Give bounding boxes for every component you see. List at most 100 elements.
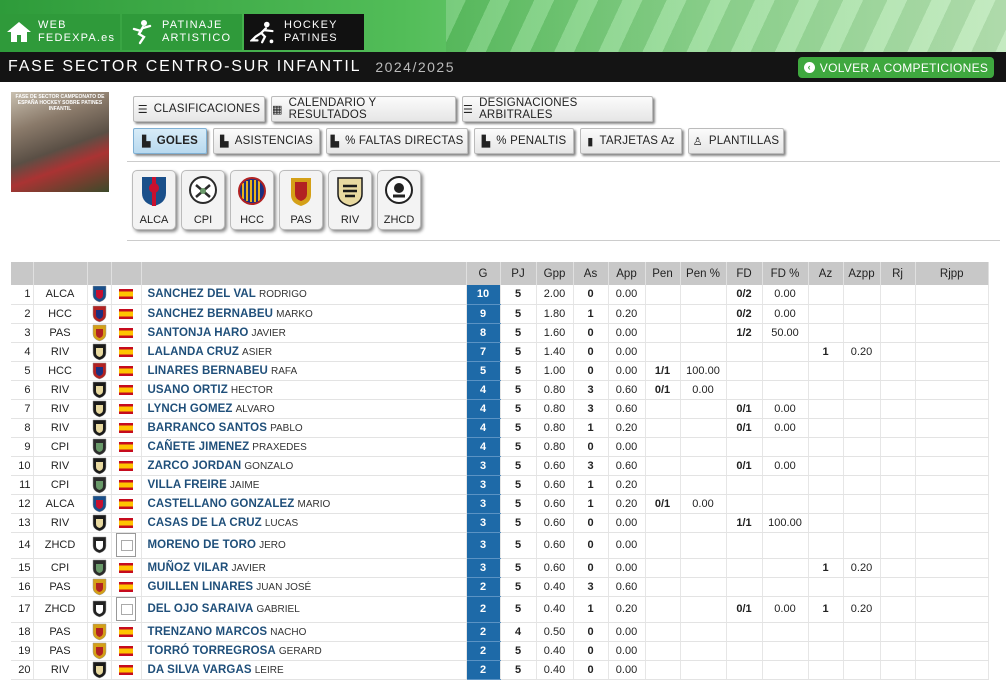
back-to-competitions-button[interactable]: ‹ VOLVER A COMPETICIONES bbox=[798, 57, 994, 78]
row-flag-cell bbox=[111, 558, 142, 578]
referee-assignments-button[interactable]: ☰ DESIGNACIONES ARBITRALES bbox=[462, 96, 653, 122]
team-crest-icon bbox=[92, 600, 106, 618]
stat-direct-fouls bbox=[726, 380, 763, 400]
row-player-name[interactable]: VILLA FREIRE JAIME bbox=[141, 475, 467, 495]
header-fd-pct[interactable]: FD % bbox=[762, 262, 809, 285]
player-surname[interactable]: SANTONJA HARO bbox=[148, 327, 249, 339]
row-player-name[interactable]: TRENZANO MARCOS NACHO bbox=[141, 622, 467, 642]
row-player-name[interactable]: DEL OJO SARAIVA GABRIEL bbox=[141, 596, 467, 623]
player-surname[interactable]: SANCHEZ DEL VAL bbox=[148, 288, 256, 300]
row-player-name[interactable]: CASTELLANO GONZALEZ MARIO bbox=[141, 494, 467, 514]
player-surname[interactable]: CASAS DE LA CRUZ bbox=[148, 517, 262, 529]
row-player-name[interactable]: SANTONJA HARO JAVIER bbox=[141, 323, 467, 343]
calendar-results-button[interactable]: ▦ CALENDARIO Y RESULTADOS bbox=[271, 96, 456, 122]
player-surname[interactable]: GUILLEN LINARES bbox=[148, 581, 254, 593]
header-g[interactable]: G bbox=[466, 262, 501, 285]
row-position: 7 bbox=[11, 399, 34, 419]
player-surname[interactable]: DEL OJO SARAIVA bbox=[148, 603, 254, 615]
player-surname[interactable]: VILLA FREIRE bbox=[148, 479, 227, 491]
stat-penalties bbox=[645, 285, 681, 305]
stat-games: 5 bbox=[500, 513, 537, 533]
player-given-name: LUCAS bbox=[264, 517, 299, 529]
row-player-name[interactable]: SANCHEZ BERNABEU MARKO bbox=[141, 304, 467, 324]
player-surname[interactable]: CASTELLANO GONZALEZ bbox=[148, 498, 295, 510]
header-rj[interactable]: Rj bbox=[880, 262, 916, 285]
stat-games: 5 bbox=[500, 532, 537, 559]
player-surname[interactable]: ZARCO JORDAN bbox=[148, 460, 242, 472]
row-flag-cell bbox=[111, 399, 142, 419]
row-position: 14 bbox=[11, 532, 34, 559]
tab-assists[interactable]: ▙ ASISTENCIAS bbox=[213, 128, 320, 154]
spain-flag-icon bbox=[119, 626, 133, 637]
stat-assists-per-game: 0.00 bbox=[608, 285, 646, 305]
row-position: 3 bbox=[11, 323, 34, 343]
header-as[interactable]: As bbox=[573, 262, 609, 285]
tab-direct-fouls[interactable]: ▙ % FALTAS DIRECTAS bbox=[326, 128, 468, 154]
row-player-name[interactable]: SANCHEZ DEL VAL RODRIGO bbox=[141, 285, 467, 305]
player-surname[interactable]: BARRANCO SANTOS bbox=[148, 422, 268, 434]
player-surname[interactable]: TORRÓ TORREGROSA bbox=[148, 645, 276, 657]
player-surname[interactable]: CAÑETE JIMENEZ bbox=[148, 441, 250, 453]
player-surname[interactable]: LINARES BERNABEU bbox=[148, 365, 268, 377]
row-player-name[interactable]: TORRÓ TORREGROSA GERARD bbox=[141, 641, 467, 661]
tab-goals[interactable]: ▙ GOLES bbox=[133, 128, 207, 154]
team-button-alca[interactable]: ALCA bbox=[132, 170, 176, 230]
team-crest-icon bbox=[92, 661, 106, 678]
stat-penalties bbox=[645, 475, 681, 495]
player-surname[interactable]: DA SILVA VARGAS bbox=[148, 664, 252, 676]
tab-squads[interactable]: ♙ PLANTILLAS bbox=[688, 128, 784, 154]
row-player-name[interactable]: DA SILVA VARGAS LEIRE bbox=[141, 660, 467, 680]
player-surname[interactable]: LYNCH GOMEZ bbox=[148, 403, 233, 415]
row-player-name[interactable]: LALANDA CRUZ ASIER bbox=[141, 342, 467, 362]
header-pj[interactable]: PJ bbox=[500, 262, 537, 285]
row-flag-cell bbox=[111, 342, 142, 362]
header-pen[interactable]: Pen bbox=[645, 262, 681, 285]
header-azpp[interactable]: Azpp bbox=[843, 262, 881, 285]
player-surname[interactable]: LALANDA CRUZ bbox=[148, 346, 239, 358]
header-rjpp[interactable]: Rjpp bbox=[915, 262, 989, 285]
header-gpp[interactable]: Gpp bbox=[536, 262, 574, 285]
row-player-name[interactable]: BARRANCO SANTOS PABLO bbox=[141, 418, 467, 438]
row-player-name[interactable]: USANO ORTIZ HECTOR bbox=[141, 380, 467, 400]
player-surname[interactable]: SANCHEZ BERNABEU bbox=[148, 308, 274, 320]
player-surname[interactable]: USANO ORTIZ bbox=[148, 384, 228, 396]
row-player-name[interactable]: CAÑETE JIMENEZ PRAXEDES bbox=[141, 437, 467, 457]
row-player-name[interactable]: MORENO DE TORO JERO bbox=[141, 532, 467, 559]
row-player-name[interactable]: CASAS DE LA CRUZ LUCAS bbox=[141, 513, 467, 533]
team-button-pas[interactable]: PAS bbox=[279, 170, 323, 230]
header-az[interactable]: Az bbox=[808, 262, 844, 285]
row-player-name[interactable]: LYNCH GOMEZ ALVARO bbox=[141, 399, 467, 419]
header-fd[interactable]: FD bbox=[726, 262, 763, 285]
team-code: ZHCD bbox=[383, 214, 415, 226]
team-button-cpi[interactable]: CPI bbox=[181, 170, 225, 230]
classifications-button[interactable]: ☰ CLASIFICACIONES bbox=[133, 96, 265, 122]
stat-goals: 2 bbox=[466, 641, 501, 661]
row-flag-cell bbox=[111, 513, 142, 533]
row-player-name[interactable]: GUILLEN LINARES JUAN JOSÉ bbox=[141, 577, 467, 597]
nav-tab-hockey[interactable]: HOCKEY PATINES bbox=[244, 14, 364, 50]
row-player-name[interactable]: ZARCO JORDAN GONZALO bbox=[141, 456, 467, 476]
player-surname[interactable]: MORENO DE TORO bbox=[148, 539, 257, 551]
team-button-riv[interactable]: RIV bbox=[328, 170, 372, 230]
nav-tab-patinaje[interactable]: PATINAJE ARTISTICO bbox=[122, 14, 242, 50]
row-player-name[interactable]: MUÑOZ VILAR JAVIER bbox=[141, 558, 467, 578]
team-button-hcc[interactable]: HCC bbox=[230, 170, 274, 230]
stat-red-cards-per-game bbox=[915, 596, 989, 623]
header-app[interactable]: App bbox=[608, 262, 646, 285]
stat-penalties bbox=[645, 399, 681, 419]
stat-assists-per-game: 0.00 bbox=[608, 342, 646, 362]
stat-games: 5 bbox=[500, 558, 537, 578]
stat-goals: 9 bbox=[466, 304, 501, 324]
team-button-zhcd[interactable]: ZHCD bbox=[377, 170, 421, 230]
tab-blue-cards[interactable]: ▮ TARJETAS Az bbox=[580, 128, 682, 154]
header-pen-pct[interactable]: Pen % bbox=[680, 262, 727, 285]
row-player-name[interactable]: LINARES BERNABEU RAFA bbox=[141, 361, 467, 381]
player-surname[interactable]: MUÑOZ VILAR bbox=[148, 562, 229, 574]
player-surname[interactable]: TRENZANO MARCOS bbox=[148, 626, 268, 638]
table-row: 13 RIV CASAS DE LA CRUZ LUCAS 3 5 0.60 0 0.00 1/… bbox=[11, 513, 989, 533]
nav-tab-web-fedexpa[interactable]: WEB FEDEXPA.es bbox=[0, 14, 120, 50]
stat-goals-per-game: 0.40 bbox=[536, 577, 574, 597]
stat-red-cards bbox=[880, 577, 916, 597]
stat-blue-cards-per-game bbox=[843, 660, 881, 680]
tab-penalties[interactable]: ▙ % PENALTIS bbox=[474, 128, 574, 154]
